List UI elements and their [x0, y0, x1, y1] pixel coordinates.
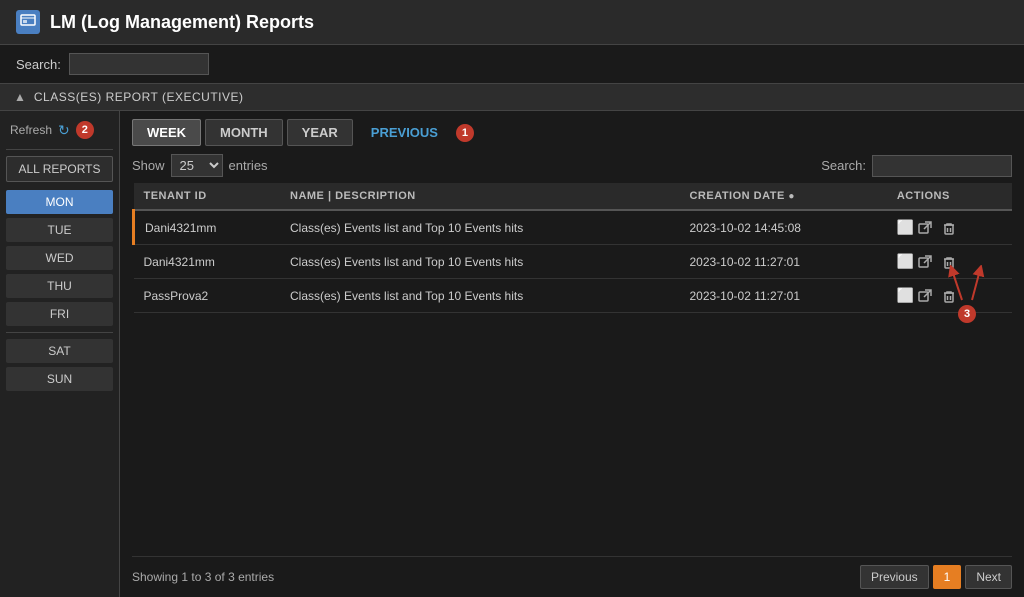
cell-tenant-id: Dani4321mm: [134, 245, 281, 279]
annotation-badge-3: 3: [958, 305, 976, 323]
pagination-controls: Previous 1 Next: [860, 565, 1012, 589]
cell-date: 2023-10-02 14:45:08: [679, 210, 886, 245]
refresh-icon[interactable]: ↻: [58, 122, 70, 139]
sidebar: Refresh ↻ 2 ALL REPORTS MON TUE WED THU …: [0, 111, 120, 597]
cell-actions: ⬜: [887, 210, 1012, 245]
showing-text: Showing 1 to 3 of 3 entries: [132, 570, 274, 584]
sidebar-badge: 2: [76, 121, 94, 139]
section-title: Class(es) report (executive): [34, 90, 244, 104]
page-header: LM (Log Management) Reports: [0, 0, 1024, 45]
show-label: Show: [132, 158, 165, 173]
sidebar-day-thu[interactable]: THU: [6, 274, 113, 298]
cell-name: Class(es) Events list and Top 10 Events …: [280, 245, 679, 279]
section-header: ▲ Class(es) report (executive): [0, 83, 1024, 111]
sidebar-day-sat[interactable]: SAT: [6, 339, 113, 363]
show-entries-control: Show 25 10 50 100 entries: [132, 154, 268, 177]
table-header-row: Tenant ID Name | Description Creation Da…: [134, 183, 1013, 210]
open-icon[interactable]: ⬜: [897, 253, 932, 270]
cell-date: 2023-10-02 11:27:01: [679, 279, 886, 313]
annotation-arrows: [942, 265, 992, 305]
tab-month[interactable]: MONTH: [205, 119, 283, 146]
cell-name: Class(es) Events list and Top 10 Events …: [280, 279, 679, 313]
page-1-button[interactable]: 1: [933, 565, 962, 589]
table-controls: Show 25 10 50 100 entries Search:: [132, 154, 1012, 177]
tab-previous[interactable]: PREVIOUS: [357, 120, 452, 145]
main-layout: Refresh ↻ 2 ALL REPORTS MON TUE WED THU …: [0, 111, 1024, 597]
refresh-row: Refresh ↻ 2: [6, 119, 113, 141]
col-creation-date: Creation Date ●: [679, 183, 886, 210]
next-button[interactable]: Next: [965, 565, 1012, 589]
previous-button[interactable]: Previous: [860, 565, 929, 589]
open-icon[interactable]: ⬜: [897, 287, 932, 304]
open-icon[interactable]: ⬜: [897, 219, 932, 236]
app-icon: [16, 10, 40, 34]
reports-table: Tenant ID Name | Description Creation Da…: [132, 183, 1012, 313]
sidebar-day-sun[interactable]: SUN: [6, 367, 113, 391]
col-name-desc: Name | Description: [280, 183, 679, 210]
col-tenant-id: Tenant ID: [134, 183, 281, 210]
all-reports-button[interactable]: ALL REPORTS: [6, 156, 113, 182]
top-search-bar: Search:: [0, 45, 1024, 83]
page-title: LM (Log Management) Reports: [50, 12, 314, 33]
table-search-label: Search:: [821, 158, 866, 173]
top-search-label: Search:: [16, 57, 61, 72]
sidebar-day-fri[interactable]: FRI: [6, 302, 113, 326]
table-search-input[interactable]: [872, 155, 1012, 177]
sidebar-divider-top: [6, 149, 113, 150]
table-footer: Showing 1 to 3 of 3 entries Previous 1 N…: [132, 556, 1012, 589]
col-actions: Actions: [887, 183, 1012, 210]
tab-year[interactable]: YEAR: [287, 119, 353, 146]
previous-badge: 1: [456, 124, 474, 142]
cell-tenant-id: Dani4321mm: [134, 210, 281, 245]
top-search-input[interactable]: [69, 53, 209, 75]
previous-tab-group: PREVIOUS 1: [357, 120, 474, 145]
table-row: Dani4321mm Class(es) Events list and Top…: [134, 210, 1013, 245]
table-row: PassProva2 Class(es) Events list and Top…: [134, 279, 1013, 313]
cell-name: Class(es) Events list and Top 10 Events …: [280, 210, 679, 245]
delete-icon[interactable]: [942, 219, 956, 235]
sidebar-day-wed[interactable]: WED: [6, 246, 113, 270]
sidebar-day-tue[interactable]: TUE: [6, 218, 113, 242]
table-row: Dani4321mm Class(es) Events list and Top…: [134, 245, 1013, 279]
content-area: WEEK MONTH YEAR PREVIOUS 1 Show 25 10 50…: [120, 111, 1024, 597]
cell-tenant-id: PassProva2: [134, 279, 281, 313]
chevron-up-icon: ▲: [14, 90, 26, 104]
entries-select[interactable]: 25 10 50 100: [171, 154, 223, 177]
refresh-label: Refresh: [10, 123, 52, 137]
cell-date: 2023-10-02 11:27:01: [679, 245, 886, 279]
sidebar-divider-bottom: [6, 332, 113, 333]
annotation-3-group: 3: [942, 265, 992, 323]
sidebar-day-mon[interactable]: MON: [6, 190, 113, 214]
tabs-row: WEEK MONTH YEAR PREVIOUS 1: [132, 119, 1012, 146]
table-search-group: Search:: [821, 155, 1012, 177]
tab-week[interactable]: WEEK: [132, 119, 201, 146]
entries-label: entries: [229, 158, 268, 173]
